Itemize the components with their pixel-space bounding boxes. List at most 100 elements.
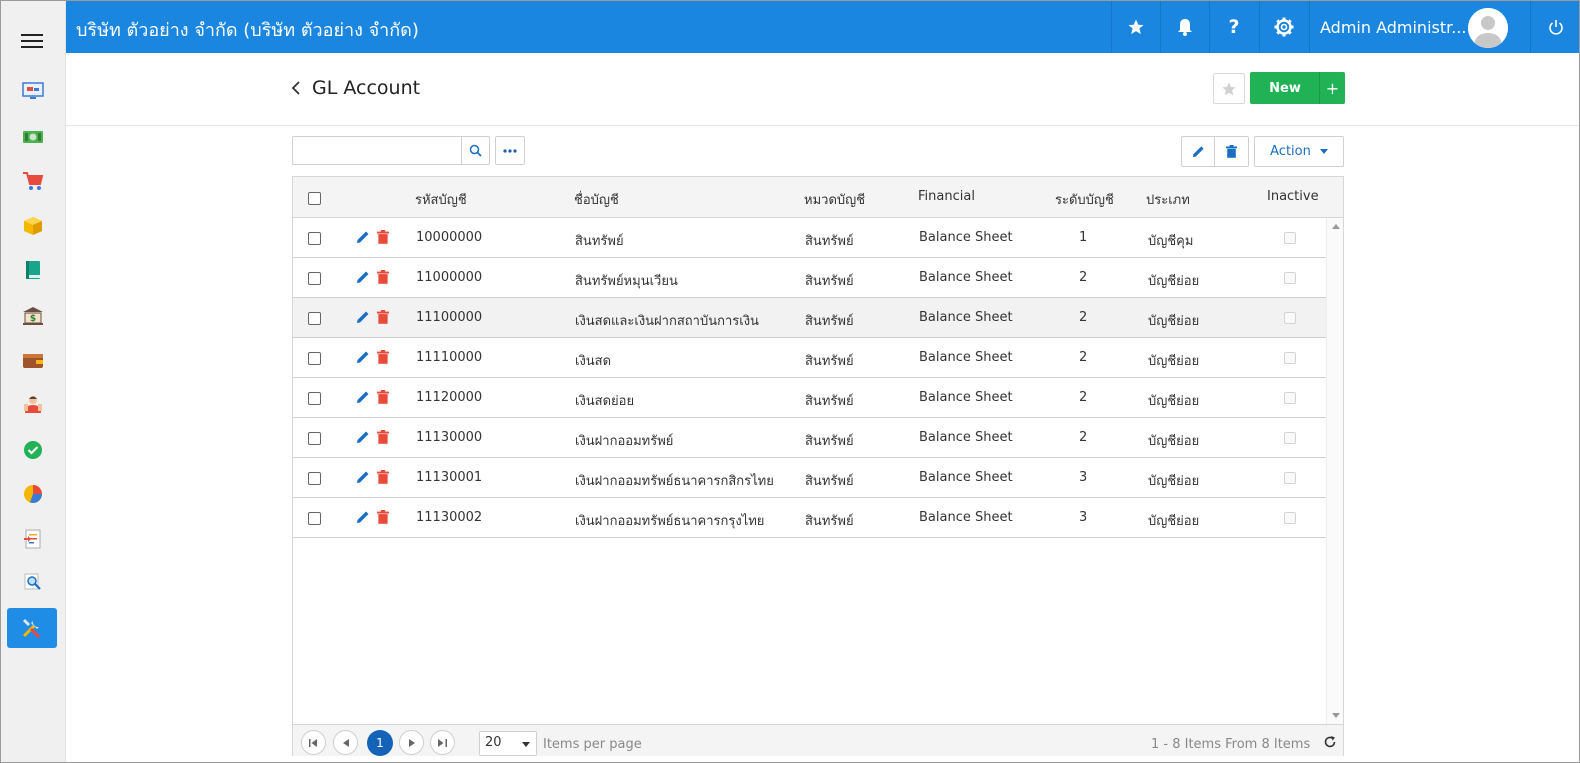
book-icon[interactable]: [20, 257, 46, 283]
prev-page-icon[interactable]: [333, 730, 358, 755]
edit-pencil-icon[interactable]: [356, 390, 370, 404]
cell-code: 11120000: [416, 390, 483, 405]
row-checkbox[interactable]: [308, 272, 321, 285]
bank-icon[interactable]: $: [20, 303, 46, 329]
ellipsis-icon: [503, 148, 517, 153]
vertical-scrollbar[interactable]: [1326, 218, 1343, 724]
delete-trash-icon[interactable]: [377, 470, 389, 484]
cell-type: บัญชีย่อย: [1148, 314, 1200, 329]
column-header-code[interactable]: รหัสบัญชี: [415, 189, 467, 210]
favorite-star-button[interactable]: [1213, 73, 1245, 104]
bulk-edit-button[interactable]: [1181, 136, 1215, 167]
dashboard-icon[interactable]: [20, 78, 46, 104]
edit-pencil-icon[interactable]: [356, 510, 370, 524]
select-all-checkbox[interactable]: [308, 192, 321, 205]
back-chevron-icon[interactable]: [290, 80, 304, 96]
more-options-button[interactable]: [495, 136, 525, 165]
inactive-checkbox: [1284, 432, 1296, 444]
table-row[interactable]: 11130000 เงินฝากออมทรัพย์ สินทรัพย์ Bala…: [293, 418, 1326, 458]
check-icon[interactable]: [20, 437, 46, 463]
cell-financial: Balance Sheet: [919, 430, 1013, 445]
delete-trash-icon[interactable]: [377, 510, 389, 524]
money-icon[interactable]: [20, 124, 46, 150]
table-row[interactable]: 11130002 เงินฝากออมทรัพย์ธนาคารกรุงไทย ส…: [293, 498, 1326, 538]
column-header-type[interactable]: ประเภท: [1146, 189, 1190, 210]
row-checkbox[interactable]: [308, 312, 321, 325]
cell-type: บัญชีย่อย: [1148, 434, 1200, 449]
cell-category: สินทรัพย์: [805, 234, 854, 249]
page-size-select[interactable]: 20: [479, 731, 537, 756]
cell-level: 2: [1079, 270, 1088, 285]
edit-pencil-icon[interactable]: [356, 430, 370, 444]
edit-pencil-icon[interactable]: [356, 310, 370, 324]
last-page-icon[interactable]: [430, 730, 455, 755]
page-size-value: 20: [485, 735, 502, 750]
help-question-icon[interactable]: ?: [1209, 1, 1258, 53]
cell-financial: Balance Sheet: [919, 390, 1013, 405]
report-icon[interactable]: [20, 526, 46, 552]
column-header-financial[interactable]: Financial: [918, 189, 975, 204]
delete-trash-icon[interactable]: [377, 310, 389, 324]
box-icon[interactable]: [20, 213, 46, 239]
edit-pencil-icon[interactable]: [356, 350, 370, 364]
action-dropdown-button[interactable]: Action: [1254, 136, 1344, 167]
company-name[interactable]: บริษัท ตัวอย่าง จำกัด (บริษัท ตัวอย่าง จ…: [76, 15, 419, 44]
cell-level: 1: [1079, 230, 1088, 245]
row-checkbox[interactable]: [308, 232, 321, 245]
scroll-down-arrow-icon[interactable]: [1332, 713, 1340, 718]
people-icon[interactable]: [20, 391, 46, 417]
table-row[interactable]: 11100000 เงินสดและเงินฝากสถาบันการเงิน ส…: [293, 298, 1326, 338]
cell-type: บัญชีย่อย: [1148, 354, 1200, 369]
row-checkbox[interactable]: [308, 392, 321, 405]
edit-pencil-icon[interactable]: [356, 230, 370, 244]
search-button[interactable]: [461, 136, 490, 165]
cell-code: 11130002: [416, 510, 483, 525]
notification-bell-icon[interactable]: [1160, 1, 1209, 53]
cell-name: เงินสดย่อย: [575, 394, 635, 409]
search-doc-icon[interactable]: [20, 569, 46, 595]
cell-type: บัญชีย่อย: [1148, 274, 1200, 289]
favorites-star-icon[interactable]: [1111, 1, 1160, 53]
edit-pencil-icon[interactable]: [356, 270, 370, 284]
settings-tools-icon[interactable]: [7, 608, 57, 648]
next-page-icon[interactable]: [399, 730, 424, 755]
table-row[interactable]: 10000000 สินทรัพย์ สินทรัพย์ Balance She…: [293, 218, 1326, 258]
row-checkbox[interactable]: [308, 352, 321, 365]
delete-trash-icon[interactable]: [377, 350, 389, 364]
wallet-icon[interactable]: [20, 347, 46, 373]
star-icon: [1222, 81, 1236, 95]
user-menu[interactable]: Admin Administr...: [1309, 1, 1530, 53]
refresh-icon[interactable]: [1323, 735, 1337, 749]
cell-financial: Balance Sheet: [919, 510, 1013, 525]
delete-trash-icon[interactable]: [377, 230, 389, 244]
row-checkbox[interactable]: [308, 432, 321, 445]
new-dropdown-plus-button[interactable]: +: [1319, 72, 1345, 104]
column-header-name[interactable]: ชื่อบัญชี: [574, 189, 619, 210]
table-row[interactable]: 11000000 สินทรัพย์หมุนเวียน สินทรัพย์ Ba…: [293, 258, 1326, 298]
row-checkbox[interactable]: [308, 472, 321, 485]
column-header-level[interactable]: ระดับบัญชี: [1055, 189, 1114, 210]
inactive-checkbox: [1284, 472, 1296, 484]
inactive-checkbox: [1284, 352, 1296, 364]
table-row[interactable]: 11130001 เงินฝากออมทรัพย์ธนาคารกสิกรไทย …: [293, 458, 1326, 498]
first-page-icon[interactable]: [301, 730, 326, 755]
cart-icon[interactable]: [20, 168, 46, 194]
scroll-up-arrow-icon[interactable]: [1332, 224, 1340, 229]
new-button[interactable]: New: [1250, 72, 1320, 104]
settings-gear-icon[interactable]: [1259, 1, 1308, 53]
column-header-inactive[interactable]: Inactive: [1267, 189, 1319, 204]
bulk-delete-button[interactable]: [1214, 136, 1249, 167]
table-row[interactable]: 11120000 เงินสดย่อย สินทรัพย์ Balance Sh…: [293, 378, 1326, 418]
hamburger-menu-icon[interactable]: [21, 34, 43, 54]
pie-chart-icon[interactable]: [20, 481, 46, 507]
table-row[interactable]: 11110000 เงินสด สินทรัพย์ Balance Sheet …: [293, 338, 1326, 378]
delete-trash-icon[interactable]: [377, 270, 389, 284]
row-checkbox[interactable]: [308, 512, 321, 525]
search-input[interactable]: [292, 136, 462, 165]
delete-trash-icon[interactable]: [377, 390, 389, 404]
current-page[interactable]: 1: [367, 730, 393, 756]
edit-pencil-icon[interactable]: [356, 470, 370, 484]
column-header-category[interactable]: หมวดบัญชี: [804, 189, 865, 210]
delete-trash-icon[interactable]: [377, 430, 389, 444]
power-logout-icon[interactable]: [1530, 1, 1579, 53]
